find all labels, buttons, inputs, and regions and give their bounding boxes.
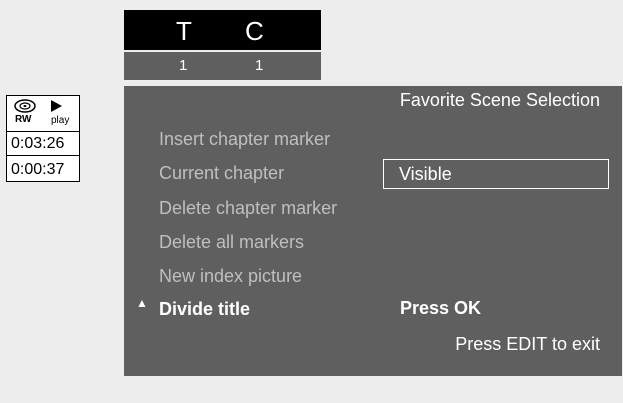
title-chapter-numbers: 1 1 (124, 52, 321, 80)
menu-item-delete-all-markers[interactable]: Delete all markers (159, 232, 304, 253)
current-chapter-value[interactable]: Visible (383, 159, 609, 189)
menu-item-divide-title[interactable]: Divide title (159, 299, 250, 320)
playback-status-box: RW play 0:03:26 0:00:37 (6, 95, 80, 182)
title-chapter-header: T C (124, 10, 321, 50)
mode-label: play (51, 115, 70, 126)
chapter-number: 1 (255, 57, 264, 74)
favorite-scene-menu: Favorite Scene Selection Insert chapter … (124, 86, 622, 376)
title-number: 1 (179, 57, 188, 74)
menu-item-current-chapter[interactable]: Current chapter (159, 163, 284, 184)
chapter-letter: C (245, 16, 264, 46)
menu-item-insert-chapter-marker[interactable]: Insert chapter marker (159, 129, 330, 150)
status-icons: RW play (7, 96, 79, 132)
menu-title: Favorite Scene Selection (399, 90, 600, 110)
title-letter: T (176, 16, 192, 46)
menu-item-delete-chapter-marker[interactable]: Delete chapter marker (159, 198, 337, 219)
action-hint: Press OK (400, 298, 482, 318)
cursor-up-arrow-icon: ▲ (136, 296, 148, 310)
disc-type-label: RW (15, 114, 32, 125)
menu-item-new-index-picture[interactable]: New index picture (159, 266, 302, 287)
chapter-time: 0:00:37 (11, 161, 65, 178)
exit-hint: Press EDIT to exit (455, 334, 600, 354)
elapsed-time: 0:03:26 (7, 131, 79, 156)
play-icon (51, 100, 62, 112)
disc-icon (14, 99, 36, 113)
